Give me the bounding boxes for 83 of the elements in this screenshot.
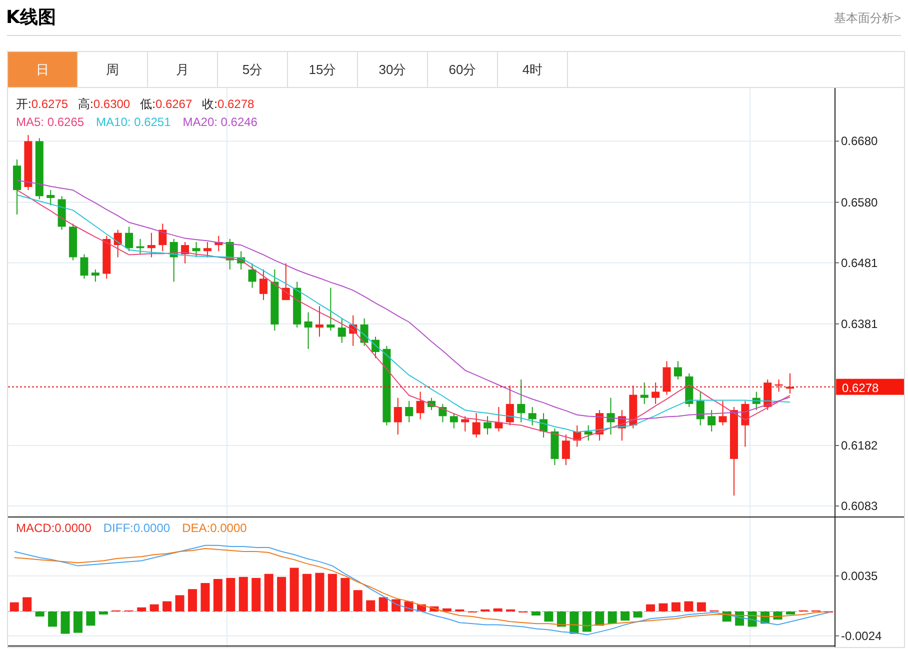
last-price-tag bbox=[836, 378, 904, 395]
candlestick bbox=[764, 379, 772, 411]
candlestick bbox=[226, 238, 234, 270]
candlestick bbox=[629, 385, 638, 429]
fundamental-analysis-link[interactable]: 基本面分析> bbox=[834, 8, 901, 26]
candlestick bbox=[640, 382, 648, 404]
candlestick bbox=[91, 269, 100, 282]
candlestick bbox=[618, 410, 626, 442]
ma-legend: MA5: 0.6265 MA10: 0.6251 MA20: 0.6246 bbox=[16, 115, 258, 129]
axis-tick-label: -0.0024 bbox=[841, 628, 882, 643]
candlestick bbox=[372, 336, 380, 359]
candlestick bbox=[349, 314, 358, 346]
candlestick bbox=[774, 379, 783, 392]
macd-legend: MACD:0.0000 DIFF:0.0000 DEA:0.0000 bbox=[16, 521, 247, 535]
candlestick bbox=[606, 397, 615, 435]
candlestick bbox=[35, 138, 44, 200]
candlestick bbox=[13, 159, 21, 215]
axis-tick-label: 0.0035 bbox=[841, 568, 878, 583]
candlestick bbox=[416, 391, 424, 420]
candlestick bbox=[674, 360, 682, 380]
candlestick bbox=[685, 372, 694, 408]
candlestick bbox=[562, 434, 570, 466]
candlestick bbox=[136, 238, 144, 255]
candlestick bbox=[472, 412, 480, 438]
candlestick bbox=[293, 281, 302, 328]
chart-title: K线图 bbox=[6, 6, 56, 30]
axis-tick-label: 0.6481 bbox=[841, 256, 878, 270]
candlestick bbox=[461, 416, 470, 432]
candlestick bbox=[573, 424, 582, 448]
candlestick bbox=[517, 379, 526, 423]
candlestick bbox=[304, 312, 312, 350]
candlestick bbox=[69, 223, 78, 261]
candlestick bbox=[46, 190, 55, 206]
candlestick bbox=[394, 397, 402, 435]
candlestick bbox=[494, 406, 503, 432]
candlestick bbox=[428, 397, 436, 411]
candlestick bbox=[786, 372, 794, 394]
candlestick bbox=[102, 235, 111, 280]
candlestick bbox=[696, 391, 704, 426]
candlestick bbox=[181, 242, 190, 264]
candlestick bbox=[158, 223, 167, 252]
candlestick bbox=[315, 306, 324, 338]
candlestick bbox=[484, 416, 492, 435]
candlestick bbox=[550, 428, 559, 466]
candlestick bbox=[114, 229, 122, 258]
candlestick bbox=[506, 385, 514, 426]
candlestick bbox=[80, 254, 88, 280]
candlestick bbox=[360, 318, 368, 346]
candlestick bbox=[584, 424, 592, 442]
candlestick bbox=[58, 196, 66, 230]
candlestick bbox=[259, 269, 268, 301]
candlestick bbox=[282, 262, 290, 301]
last-price-label: 0.6278 bbox=[842, 380, 879, 395]
candlestick bbox=[214, 235, 223, 252]
candlestick bbox=[125, 226, 134, 252]
axis-tick-label: 0.6680 bbox=[841, 134, 878, 148]
candlestick bbox=[237, 250, 246, 270]
candlestick bbox=[718, 400, 727, 426]
candlestick bbox=[528, 406, 536, 426]
axis-tick-label: 0.6580 bbox=[841, 195, 878, 210]
candlestick bbox=[652, 382, 660, 404]
candlestick bbox=[192, 242, 200, 258]
candlestick bbox=[708, 410, 716, 432]
candlestick bbox=[741, 400, 750, 448]
candlestick bbox=[662, 360, 671, 396]
candlestick bbox=[203, 242, 212, 258]
candlestick bbox=[450, 412, 458, 429]
axis-tick-label: 0.6381 bbox=[841, 316, 878, 331]
candlestick bbox=[270, 269, 279, 332]
candlestick bbox=[248, 262, 256, 288]
candlestick bbox=[596, 410, 604, 442]
candlestick bbox=[24, 134, 32, 191]
candlestick bbox=[752, 391, 760, 411]
axis-tick-label: 0.6083 bbox=[841, 499, 878, 513]
candlestick bbox=[170, 238, 178, 282]
axis-tick-label: 0.6182 bbox=[841, 438, 878, 452]
candlestick bbox=[326, 287, 335, 332]
candlestick bbox=[405, 400, 414, 423]
price-legend: 开:0.6275 高:0.6300 低:0.6267 收:0.6278 bbox=[16, 97, 254, 111]
candlestick bbox=[540, 412, 548, 438]
candlestick bbox=[438, 403, 447, 423]
candlestick bbox=[338, 318, 346, 344]
candlestick bbox=[147, 232, 156, 258]
